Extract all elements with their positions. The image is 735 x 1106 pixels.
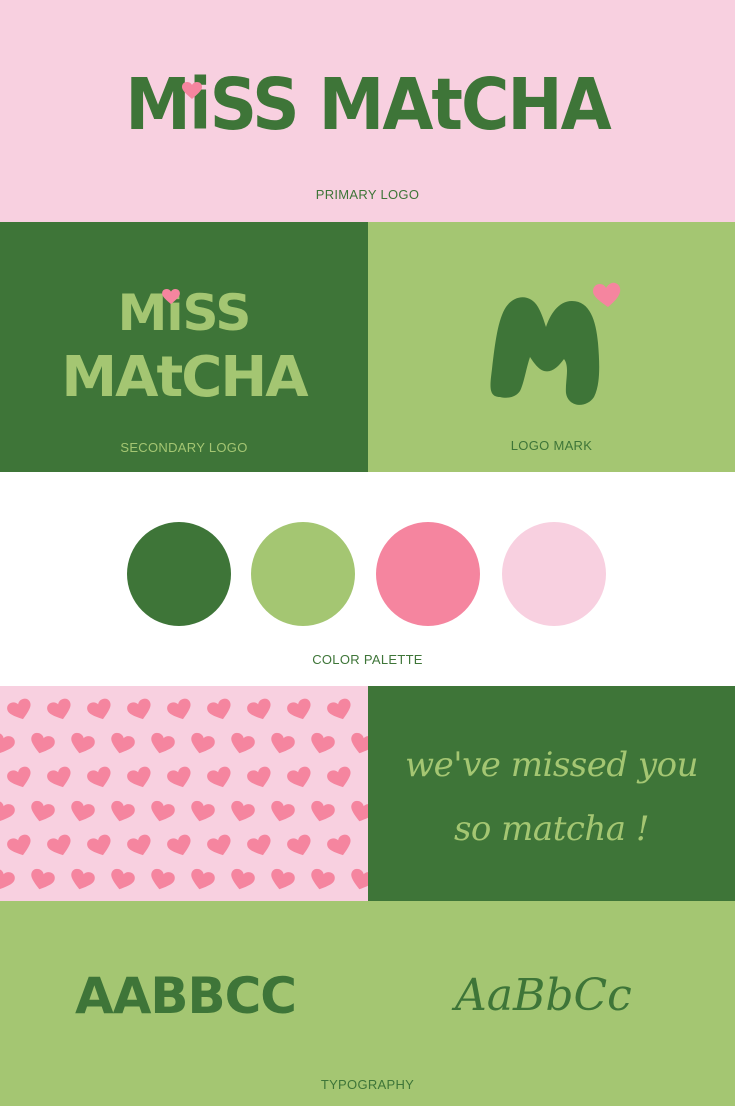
color-palette-caption: COLOR PALETTE bbox=[312, 652, 423, 667]
logo-mark bbox=[490, 282, 621, 405]
heart-icon bbox=[271, 800, 295, 822]
heart-icon bbox=[287, 698, 311, 720]
swatch-light-green bbox=[251, 522, 355, 626]
heart-icon bbox=[87, 766, 111, 788]
heart-icon bbox=[71, 800, 95, 822]
secondary-logo-line2: MAtCHA bbox=[61, 345, 308, 410]
heart-icon bbox=[271, 732, 295, 754]
heart-icon bbox=[47, 698, 71, 720]
heart-icon bbox=[271, 868, 295, 890]
heart-icon bbox=[0, 868, 15, 890]
heart-icon bbox=[31, 800, 55, 822]
heart-icon bbox=[151, 732, 175, 754]
secondary-logo-panel: MiSS MAtCHA SECONDARY LOGO bbox=[0, 222, 368, 472]
heart-icon bbox=[351, 800, 368, 822]
heart-icon bbox=[127, 766, 151, 788]
heart-icon bbox=[111, 800, 135, 822]
heart-icon bbox=[87, 834, 111, 856]
heart-pattern bbox=[0, 698, 368, 890]
heart-icon bbox=[167, 698, 191, 720]
heart-icon bbox=[151, 800, 175, 822]
heart-icon bbox=[182, 82, 202, 99]
heart-icon bbox=[207, 698, 231, 720]
heart-icon bbox=[351, 868, 368, 890]
heart-icon bbox=[351, 732, 368, 754]
heart-icon bbox=[167, 834, 191, 856]
quote-panel: we've missed you so matcha ! bbox=[368, 686, 735, 901]
swatch-light-pink bbox=[502, 522, 606, 626]
heart-icon bbox=[311, 868, 335, 890]
heart-icon bbox=[87, 698, 111, 720]
heart-icon bbox=[7, 766, 31, 788]
quote-line2: so matcha ! bbox=[453, 809, 650, 849]
heart-icon bbox=[111, 732, 135, 754]
heart-icon bbox=[31, 732, 55, 754]
heart-icon bbox=[327, 834, 351, 856]
primary-logo-caption: PRIMARY LOGO bbox=[315, 187, 420, 202]
swatch-dark-green bbox=[127, 522, 231, 626]
logo-mark-caption: LOGO MARK bbox=[510, 438, 593, 453]
heart-icon bbox=[231, 868, 255, 890]
secondary-logo-line1: MiSS bbox=[117, 284, 252, 342]
heart-icon bbox=[191, 868, 215, 890]
heart-icon bbox=[151, 868, 175, 890]
color-palette-panel: COLOR PALETTE bbox=[0, 472, 735, 686]
heart-icon bbox=[327, 698, 351, 720]
display-font-sample: AABBCC bbox=[75, 967, 297, 1025]
heart-icon bbox=[207, 766, 231, 788]
heart-icon bbox=[127, 698, 151, 720]
heart-icon bbox=[31, 868, 55, 890]
secondary-logo-caption: SECONDARY LOGO bbox=[120, 440, 248, 455]
primary-logo: MiSS MAtCHA bbox=[125, 62, 611, 147]
heart-icon bbox=[287, 834, 311, 856]
heart-icon bbox=[0, 732, 15, 754]
heart-icon bbox=[247, 834, 271, 856]
heart-icon bbox=[191, 800, 215, 822]
primary-logo-panel: MiSS MAtCHA PRIMARY LOGO bbox=[0, 0, 735, 222]
heart-icon bbox=[167, 766, 191, 788]
script-font-sample: AaBbCc bbox=[455, 970, 632, 1021]
heart-icon bbox=[0, 800, 15, 822]
heart-icon bbox=[47, 834, 71, 856]
typography-panel: AABBCC AaBbCc TYPOGRAPHY bbox=[0, 901, 735, 1106]
heart-pattern-panel bbox=[0, 686, 368, 901]
heart-icon bbox=[231, 732, 255, 754]
heart-icon bbox=[207, 834, 231, 856]
typography-caption: TYPOGRAPHY bbox=[320, 1077, 415, 1092]
swatch-pink bbox=[376, 522, 480, 626]
heart-icon bbox=[327, 766, 351, 788]
heart-icon bbox=[247, 698, 271, 720]
heart-icon bbox=[191, 732, 215, 754]
heart-icon bbox=[287, 766, 311, 788]
heart-icon bbox=[71, 732, 95, 754]
heart-icon bbox=[47, 766, 71, 788]
heart-icon bbox=[111, 868, 135, 890]
heart-icon bbox=[127, 834, 151, 856]
heart-icon bbox=[311, 732, 335, 754]
heart-icon bbox=[231, 800, 255, 822]
logo-mark-panel: LOGO MARK bbox=[368, 222, 735, 472]
heart-icon bbox=[247, 766, 271, 788]
heart-icon bbox=[71, 868, 95, 890]
heart-icon bbox=[311, 800, 335, 822]
quote-line1: we've missed you bbox=[405, 745, 699, 785]
heart-icon bbox=[162, 289, 180, 305]
heart-icon bbox=[7, 698, 31, 720]
heart-icon bbox=[7, 834, 31, 856]
